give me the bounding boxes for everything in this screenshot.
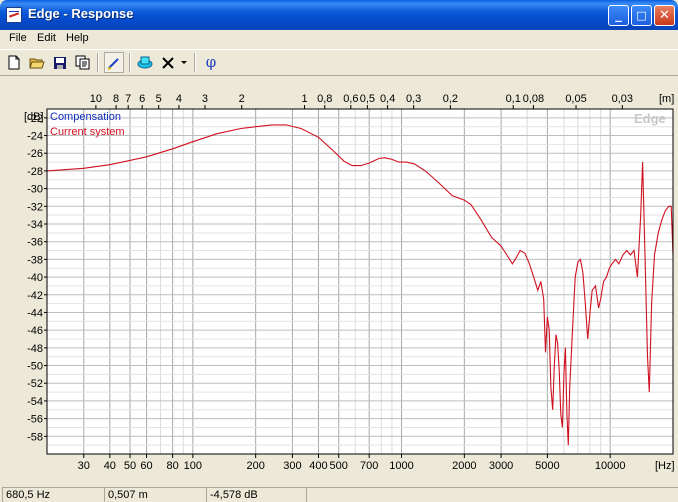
- y-tick-label: -54: [27, 396, 43, 408]
- toolbar-separator: [97, 53, 99, 72]
- menu-bar: File Edit Help: [0, 30, 678, 48]
- legend-compensation: Compensation: [50, 111, 121, 123]
- maximize-button[interactable]: □: [631, 5, 652, 26]
- x-tick-label: 60: [140, 460, 152, 472]
- status-distance: 0,507 m: [104, 487, 206, 502]
- y-tick-label: -30: [27, 184, 43, 196]
- title-bar[interactable]: Edge - Response _ □ ✕: [0, 0, 678, 30]
- x-tick-label: 500: [330, 460, 348, 472]
- speaker-button[interactable]: [135, 52, 155, 73]
- top-tick-label: 0,8: [317, 93, 332, 105]
- save-icon: [54, 57, 66, 69]
- top-tick-label: 3: [202, 93, 208, 105]
- top-tick-label: 2: [239, 93, 245, 105]
- y-tick-label: -36: [27, 237, 43, 249]
- y-axis-unit: [dB]: [24, 111, 44, 123]
- delete-icon: [162, 57, 174, 69]
- top-tick-label: 5: [156, 93, 162, 105]
- y-tick-label: -48: [27, 343, 43, 355]
- top-tick-label: 0,2: [443, 93, 458, 105]
- y-tick-label: -28: [27, 166, 43, 178]
- top-tick-label: 0,5: [360, 93, 375, 105]
- plot-area[interactable]: [47, 109, 673, 454]
- top-tick-label: 0,6: [343, 93, 358, 105]
- y-tick-label: -26: [27, 148, 43, 160]
- menu-file[interactable]: File: [9, 32, 27, 44]
- x-tick-label: 2000: [452, 460, 476, 472]
- y-tick-label: -46: [27, 325, 43, 337]
- open-button[interactable]: [27, 52, 47, 73]
- delete-dropdown[interactable]: [178, 52, 190, 73]
- app-icon: [6, 7, 22, 23]
- x-tick-label: 10000: [595, 460, 626, 472]
- dropdown-arrow-icon: [181, 61, 187, 64]
- legend-current-system: Current system: [50, 126, 125, 138]
- x-tick-label: 700: [360, 460, 378, 472]
- top-axis-unit: [m]: [659, 93, 674, 105]
- top-tick-label: 4: [176, 93, 182, 105]
- status-bar: 680,5 Hz 0,507 m -4,578 dB: [0, 486, 678, 502]
- x-tick-label: 400: [309, 460, 327, 472]
- y-tick-label: -32: [27, 201, 43, 213]
- new-button[interactable]: [4, 52, 24, 73]
- response-chart[interactable]: 10 8 7 6 5 4 3 2 1 0,8 0,6 0,5 0,4 0,3 0,2 0,1 0,08 0,05 0…: [2, 78, 678, 484]
- top-tick-label: 10: [90, 93, 102, 105]
- x-tick-label: 1000: [389, 460, 413, 472]
- x-tick-label: 300: [283, 460, 301, 472]
- toolbar-separator: [129, 53, 131, 72]
- menu-help[interactable]: Help: [66, 32, 89, 44]
- y-tick-label: -40: [27, 272, 43, 284]
- pen-icon: [107, 58, 119, 70]
- x-tick-label: 30: [78, 460, 90, 472]
- status-empty: [306, 487, 678, 502]
- minimize-button[interactable]: _: [608, 5, 629, 26]
- new-icon: [8, 55, 20, 70]
- draw-button[interactable]: [104, 52, 124, 73]
- status-level: -4,578 dB: [206, 487, 306, 502]
- top-tick-label: 0,08: [523, 93, 544, 105]
- top-tick-label: 1: [301, 93, 307, 105]
- top-tick-label: 0,4: [380, 93, 395, 105]
- menu-edit[interactable]: Edit: [37, 32, 56, 44]
- toolbar: φ: [0, 49, 678, 76]
- speaker-icon: [137, 56, 153, 69]
- status-frequency: 680,5 Hz: [2, 487, 104, 502]
- x-tick-label: 80: [167, 460, 179, 472]
- watermark: Edge: [634, 111, 666, 126]
- top-tick-label: 7: [125, 93, 131, 105]
- x-tick-label: 100: [184, 460, 202, 472]
- top-tick-label: 6: [139, 93, 145, 105]
- y-tick-label: -42: [27, 290, 43, 302]
- x-axis-unit: [Hz]: [655, 460, 675, 472]
- toolbar-separator: [194, 53, 196, 72]
- chart-panel: 10 8 7 6 5 4 3 2 1 0,8 0,6 0,5 0,4 0,3 0,2 0,1 0,08 0,05 0…: [2, 78, 678, 484]
- top-tick-label: 0,05: [565, 93, 586, 105]
- x-tick-label: 5000: [535, 460, 559, 472]
- copy-icon: [75, 55, 90, 70]
- copy-button[interactable]: [73, 52, 93, 73]
- close-button[interactable]: ✕: [654, 5, 675, 26]
- y-tick-label: -24: [27, 131, 43, 143]
- x-tick-label: 50: [124, 460, 136, 472]
- top-tick-label: 0,03: [612, 93, 633, 105]
- y-tick-label: -34: [27, 219, 43, 231]
- window-title: Edge - Response: [28, 6, 134, 21]
- y-tick-label: -56: [27, 414, 43, 426]
- y-tick-label: -52: [27, 378, 43, 390]
- x-tick-label: 200: [246, 460, 264, 472]
- top-tick-label: 8: [113, 93, 119, 105]
- x-tick-label: 3000: [489, 460, 513, 472]
- top-tick-label: 0,3: [406, 93, 421, 105]
- delete-button[interactable]: [158, 52, 178, 73]
- open-folder-icon: [29, 58, 45, 69]
- y-tick-label: -44: [27, 307, 43, 319]
- save-button[interactable]: [50, 52, 70, 73]
- y-tick-label: -38: [27, 254, 43, 266]
- top-tick-label: 0,1: [506, 93, 521, 105]
- phase-button[interactable]: φ: [201, 52, 221, 73]
- x-tick-label: 40: [104, 460, 116, 472]
- y-tick-label: -58: [27, 431, 43, 443]
- y-tick-label: -50: [27, 361, 43, 373]
